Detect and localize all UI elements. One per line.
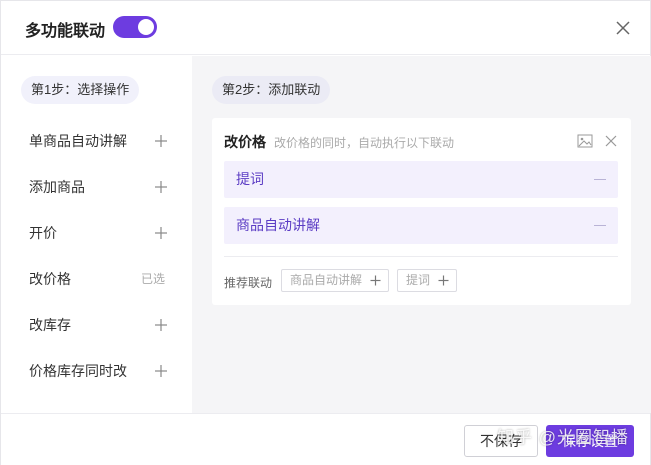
plus-icon <box>438 275 449 286</box>
toggle-knob <box>138 19 154 35</box>
operation-item[interactable]: 改库存 <box>29 313 169 337</box>
plus-icon[interactable] <box>153 133 169 149</box>
operation-item[interactable]: 价格库存同时改 <box>29 359 169 383</box>
dialog-title: 多功能联动 <box>25 23 106 40</box>
plus-icon[interactable] <box>153 317 169 333</box>
close-icon[interactable] <box>613 18 633 38</box>
operation-label: 开价 <box>29 225 57 241</box>
minus-icon[interactable] <box>594 225 606 226</box>
chip-label: 提词 <box>406 273 431 287</box>
linked-action-label: 提词 <box>236 171 264 187</box>
linkage-card: 改价格 改价格的同时，自动执行以下联动 提词 商品自动讲解 推荐联动 商品自动讲… <box>212 118 631 305</box>
divider <box>224 256 618 257</box>
plus-icon[interactable] <box>153 363 169 379</box>
operation-item[interactable]: 添加商品 <box>29 175 169 199</box>
dialog-footer: 不保存 保存设置 <box>1 413 650 465</box>
linkage-dialog: 多功能联动 第1步：选择操作 单商品自动讲解 添加商品 开价 改价格 已选 改库… <box>0 0 651 465</box>
dialog-header: 多功能联动 <box>1 1 650 55</box>
chip-label: 商品自动讲解 <box>290 273 363 287</box>
operation-item-selected: 改价格 已选 <box>29 267 169 291</box>
cancel-button[interactable]: 不保存 <box>464 425 538 457</box>
operation-panel: 第1步：选择操作 单商品自动讲解 添加商品 开价 改价格 已选 改库存 价格库存… <box>1 56 192 413</box>
linked-action-row: 提词 <box>224 161 618 198</box>
card-description: 改价格的同时，自动执行以下联动 <box>274 136 455 150</box>
plus-icon <box>370 275 381 286</box>
operation-label: 价格库存同时改 <box>29 363 127 379</box>
linked-action-row: 商品自动讲解 <box>224 207 618 244</box>
close-icon[interactable] <box>604 134 618 148</box>
image-icon[interactable] <box>577 134 593 148</box>
card-title: 改价格 <box>224 134 266 150</box>
plus-icon[interactable] <box>153 179 169 195</box>
plus-icon[interactable] <box>153 225 169 241</box>
linkage-panel: 第2步：添加联动 改价格 改价格的同时，自动执行以下联动 提词 商品自动讲解 推… <box>192 56 651 413</box>
operation-item[interactable]: 单商品自动讲解 <box>29 129 169 153</box>
operation-label: 单商品自动讲解 <box>29 133 127 149</box>
feature-toggle[interactable] <box>113 16 157 38</box>
linked-action-label: 商品自动讲解 <box>236 217 320 233</box>
recommend-chip[interactable]: 提词 <box>397 269 457 292</box>
operation-item[interactable]: 开价 <box>29 221 169 245</box>
step-1-label: 第1步：选择操作 <box>21 76 140 104</box>
operation-label: 改价格 <box>29 271 71 287</box>
operation-label: 添加商品 <box>29 179 85 195</box>
recommend-label: 推荐联动 <box>224 276 273 290</box>
selected-status: 已选 <box>140 272 165 286</box>
minus-icon[interactable] <box>594 179 606 180</box>
operation-label: 改库存 <box>29 317 71 333</box>
save-button[interactable]: 保存设置 <box>546 425 634 457</box>
step-2-label: 第2步：添加联动 <box>212 76 331 104</box>
recommend-chip[interactable]: 商品自动讲解 <box>281 269 389 292</box>
